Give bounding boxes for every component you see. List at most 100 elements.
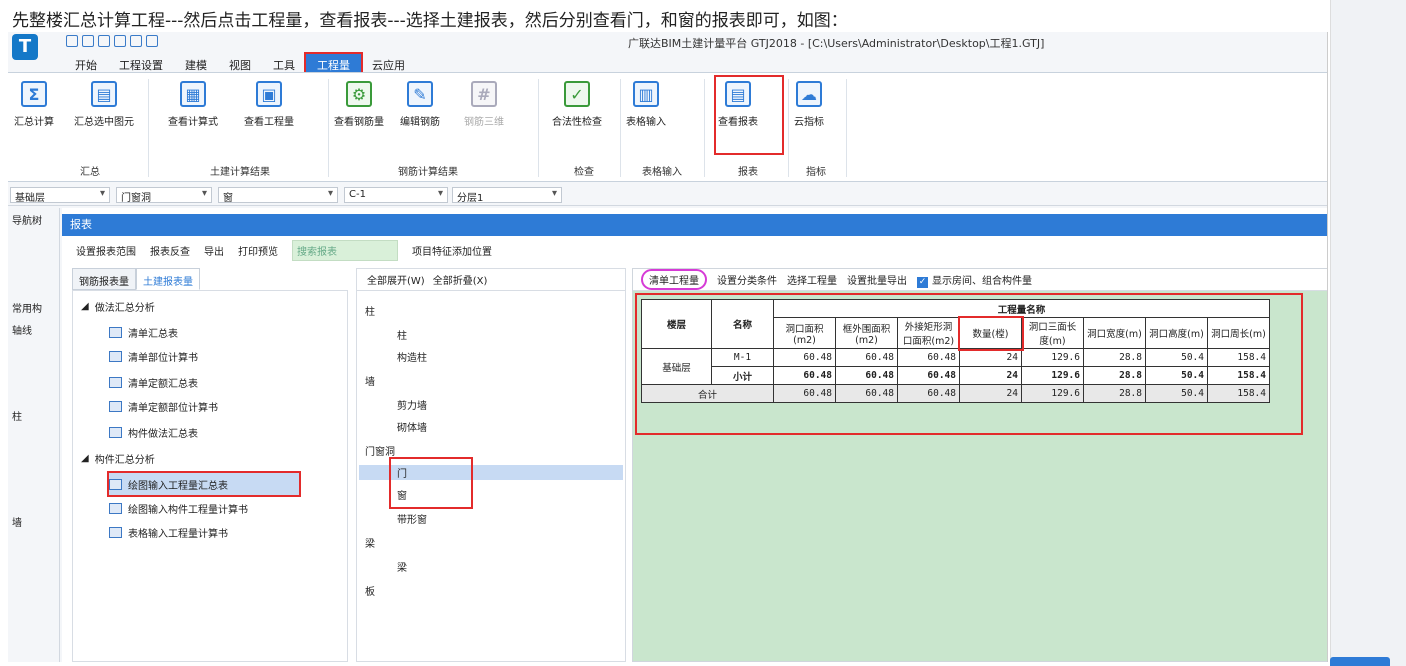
group-separator — [704, 79, 705, 177]
table-input-icon: ▥ — [633, 81, 659, 107]
nav-item-column[interactable]: 柱 — [12, 408, 22, 423]
group-separator — [846, 79, 847, 177]
layer-select[interactable]: 分层1 ▾ — [452, 187, 562, 204]
nav-item-wall[interactable]: 墙 — [12, 514, 22, 529]
report-doc-icon — [109, 478, 122, 490]
rebar-icon: ⚙ — [346, 81, 372, 107]
table-input-button[interactable]: ▥ 表格输入 — [626, 81, 666, 128]
floor-select[interactable]: 基础层 ▾ — [10, 187, 110, 204]
view-quantity-button[interactable]: ▣ 查看工程量 — [244, 81, 294, 128]
tree2-group[interactable]: 板 — [365, 583, 375, 598]
tree-item[interactable]: 表格输入工程量计算书 — [109, 525, 228, 540]
tree-item-selected[interactable]: 绘图输入工程量汇总表 — [107, 471, 301, 497]
type-select[interactable]: 窗 ▾ — [218, 187, 338, 204]
tree-item[interactable]: 清单定额汇总表 — [109, 375, 198, 390]
highlight-report-button — [714, 75, 784, 155]
report-tabs: 钢筋报表量 土建报表量 — [72, 268, 200, 290]
tree2-group[interactable]: 柱 — [365, 303, 375, 318]
nav-item-axis[interactable]: 轴线 — [12, 322, 32, 337]
report-doc-icon — [109, 503, 122, 514]
group-separator — [620, 79, 621, 177]
formula-icon: ▦ — [180, 81, 206, 107]
report-reverse-button[interactable]: 报表反查 — [150, 243, 190, 258]
tree2-item[interactable]: 剪力墙 — [397, 397, 427, 412]
export-button[interactable]: 导出 — [204, 243, 224, 258]
redo-icon[interactable] — [130, 35, 142, 47]
undo-icon[interactable] — [114, 35, 126, 47]
expand-all-button[interactable]: 全部展开(W) — [367, 272, 425, 287]
component-tree-toolbar: 全部展开(W) 全部折叠(X) — [357, 269, 625, 291]
window-title: 广联达BIM土建计量平台 GTJ2018 - [C:\Users\Adminis… — [628, 37, 1045, 50]
group-label-report: 报表 — [738, 167, 758, 178]
side-button[interactable] — [1330, 657, 1390, 666]
component-select[interactable]: C-1 ▾ — [344, 187, 448, 203]
table-icon: ▤ — [91, 81, 117, 107]
group-label-summary: 汇总 — [80, 167, 100, 178]
tree-item[interactable]: 清单定额部位计算书 — [109, 399, 218, 414]
edit-icon: ✎ — [407, 81, 433, 107]
category-select[interactable]: 门窗洞 ▾ — [116, 187, 212, 204]
tab-rebar-report[interactable]: 钢筋报表量 — [72, 268, 136, 290]
open-icon[interactable] — [82, 35, 94, 47]
checkbox-checked-icon: ✓ — [917, 276, 928, 288]
tree2-group[interactable]: 门窗洞 — [365, 443, 395, 458]
group-label-check: 检查 — [574, 167, 594, 178]
tree2-group[interactable]: 墙 — [365, 373, 375, 388]
edit-rebar-button[interactable]: ✎ 编辑钢筋 — [400, 81, 440, 128]
sum-icon[interactable] — [146, 35, 158, 47]
select-quantity-button[interactable]: 选择工程量 — [787, 272, 837, 287]
group-label-rebar: 钢筋计算结果 — [398, 167, 458, 178]
right-side-panel — [1330, 0, 1406, 666]
group-label-table-input: 表格输入 — [642, 167, 682, 178]
collapse-all-button[interactable]: 全部折叠(X) — [433, 272, 488, 287]
tree-group[interactable]: ◢ 做法汇总分析 — [81, 299, 155, 314]
check-icon: ✓ — [564, 81, 590, 107]
app-logo: T — [12, 34, 38, 60]
save-icon[interactable] — [98, 35, 110, 47]
report-doc-icon — [109, 527, 122, 538]
chevron-down-icon: ▾ — [327, 188, 333, 199]
report-toolbar: 设置报表范围 报表反查 导出 打印预览 搜索报表 项目特征添加位置 — [62, 238, 1327, 262]
tree2-item[interactable]: 带形窗 — [397, 511, 427, 526]
report-header: 报表 — [62, 214, 1327, 236]
tree-group[interactable]: ◢ 构件汇总分析 — [81, 451, 155, 466]
tree2-item[interactable]: 梁 — [397, 559, 407, 574]
tree2-item[interactable]: 砌体墙 — [397, 419, 427, 434]
batch-export-button[interactable]: 设置批量导出 — [847, 272, 907, 287]
nav-item-common[interactable]: 常用构 — [12, 300, 42, 315]
group-label-civil: 土建计算结果 — [210, 167, 270, 178]
sigma-icon: Σ — [21, 81, 47, 107]
validity-check-button[interactable]: ✓ 合法性检查 — [552, 81, 602, 128]
quick-access-bar: T 广联达BIM土建计量平台 GTJ2018 - [C:\Users\Admin… — [8, 32, 1327, 60]
chevron-down-icon: ▾ — [99, 188, 105, 199]
report-search-input[interactable]: 搜索报表 — [292, 239, 398, 261]
tree2-group[interactable]: 梁 — [365, 535, 375, 550]
view-formula-button[interactable]: ▦ 查看计算式 — [168, 81, 218, 128]
cloud-index-button[interactable]: ☁ 云指标 — [794, 81, 824, 128]
tree2-item[interactable]: 柱 — [397, 327, 407, 342]
bill-quantity-dropdown[interactable]: 清单工程量 — [641, 269, 707, 290]
cloud-icon: ☁ — [796, 81, 822, 107]
group-separator — [788, 79, 789, 177]
set-classification-button[interactable]: 设置分类条件 — [717, 272, 777, 287]
nav-title: 导航树 — [12, 216, 42, 227]
tree-item[interactable]: 绘图输入构件工程量计算书 — [109, 501, 248, 516]
rebar-3d-button[interactable]: # 钢筋三维 — [464, 81, 504, 128]
set-report-range-button[interactable]: 设置报表范围 — [76, 243, 136, 258]
chevron-down-icon: ▾ — [437, 188, 443, 199]
tab-civil-report[interactable]: 土建报表量 — [136, 268, 200, 290]
summary-selected-button[interactable]: ▤ 汇总选中图元 — [74, 81, 134, 128]
print-preview-button[interactable]: 打印预览 — [238, 243, 278, 258]
summary-calc-button[interactable]: Σ 汇总计算 — [14, 81, 54, 128]
instruction-text: 先整楼汇总计算工程---然后点击工程量，查看报表---选择土建报表，然后分别查看… — [12, 11, 848, 31]
tree-item[interactable]: 清单部位计算书 — [109, 349, 198, 364]
tree2-item[interactable]: 构造柱 — [397, 349, 427, 364]
view-rebar-button[interactable]: ⚙ 查看钢筋量 — [334, 81, 384, 128]
new-icon[interactable] — [66, 35, 78, 47]
position-dropdown[interactable]: 项目特征添加位置 — [412, 243, 492, 258]
show-room-checkbox[interactable]: ✓ 显示房间、组合构件量 — [917, 272, 1032, 288]
tree-item[interactable]: 构件做法汇总表 — [109, 425, 198, 440]
report-panel: 报表 设置报表范围 报表反查 导出 打印预览 搜索报表 项目特征添加位置 钢筋报… — [62, 208, 1327, 662]
rebar-3d-icon: # — [471, 81, 497, 107]
tree-item[interactable]: 清单汇总表 — [109, 325, 178, 340]
